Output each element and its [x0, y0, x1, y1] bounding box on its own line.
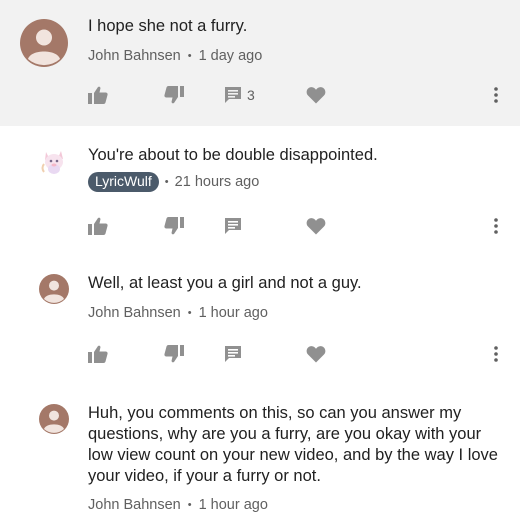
comment-author[interactable]: John Bahnsen [88, 497, 181, 513]
more-vertical-icon [494, 87, 498, 103]
more-vertical-icon [494, 346, 498, 362]
more-vertical-icon [494, 218, 498, 234]
reply-button[interactable] [224, 214, 242, 238]
dislike-button[interactable] [164, 214, 184, 238]
default-avatar-icon[interactable] [39, 274, 69, 304]
heart-button[interactable] [306, 214, 326, 238]
comment-time: 1 hour ago [198, 305, 268, 321]
separator-dot: • [164, 176, 169, 188]
more-options-button[interactable] [488, 214, 504, 238]
thumbs-down-icon [164, 86, 184, 104]
thumbs-down-icon [164, 217, 184, 235]
comment-author[interactable]: John Bahnsen [88, 48, 181, 64]
creator-avatar-image[interactable] [39, 146, 69, 176]
reply-count[interactable]: 3 [247, 87, 255, 103]
creator-author-badge[interactable]: LyricWulf [88, 172, 159, 192]
thumbs-down-icon [164, 345, 184, 363]
comment-text: Well, at least you a girl and not a guy. [88, 274, 362, 292]
heart-button[interactable] [306, 83, 326, 107]
more-options-button[interactable] [488, 342, 504, 366]
dislike-button[interactable] [164, 342, 184, 366]
thumbs-up-icon [88, 345, 108, 363]
comment-item: I hope she not a furry. John Bahnsen • 1… [0, 0, 520, 126]
default-avatar-icon[interactable] [20, 19, 68, 67]
comment-item: You're about to be double disappointed. … [0, 126, 520, 254]
heart-icon [306, 218, 326, 235]
comment-time: 1 day ago [198, 48, 263, 64]
comment-text: You're about to be double disappointed. [88, 146, 378, 164]
like-button[interactable] [88, 83, 108, 107]
heart-button[interactable] [306, 342, 326, 366]
thumbs-up-icon [88, 217, 108, 235]
separator-dot: • [187, 50, 192, 62]
like-button[interactable] [88, 214, 108, 238]
thumbs-up-icon [88, 86, 108, 104]
default-avatar-icon[interactable] [39, 404, 69, 434]
separator-dot: • [187, 307, 192, 319]
separator-dot: • [187, 499, 192, 511]
comment-author[interactable]: John Bahnsen [88, 305, 181, 321]
comment-item: Huh, you comments on this, so can you an… [0, 384, 520, 520]
reply-button[interactable]: 3 [224, 83, 255, 107]
comment-text: I hope she not a furry. [88, 17, 248, 35]
comment-text: Huh, you comments on this, so can you an… [88, 404, 498, 485]
comment-item: Well, at least you a girl and not a guy.… [0, 254, 520, 384]
reply-comment-icon [225, 218, 241, 234]
comment-time: 21 hours ago [174, 174, 260, 190]
reply-button[interactable] [224, 342, 242, 366]
like-button[interactable] [88, 342, 108, 366]
reply-comment-icon [225, 346, 241, 362]
heart-icon [306, 346, 326, 363]
dislike-button[interactable] [164, 83, 184, 107]
comment-time: 1 hour ago [198, 497, 268, 513]
reply-comment-icon [225, 87, 241, 103]
more-options-button[interactable] [488, 83, 504, 107]
heart-icon [306, 87, 326, 104]
